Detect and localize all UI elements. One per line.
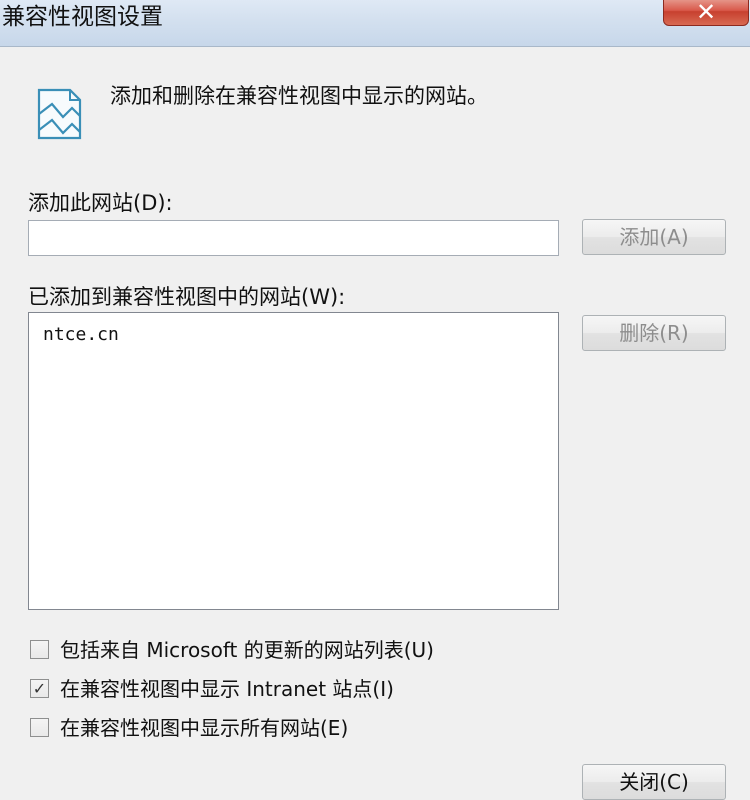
show-all-sites-label: 在兼容性视图中显示所有网站(E) bbox=[60, 716, 349, 740]
added-sites-list[interactable]: ntce.cn bbox=[28, 312, 559, 610]
show-intranet-label: 在兼容性视图中显示 Intranet 站点(I) bbox=[60, 677, 394, 701]
window-close-button[interactable]: ✕ bbox=[663, 0, 749, 26]
window-title: 兼容性视图设置 bbox=[2, 4, 163, 30]
include-microsoft-list-label: 包括来自 Microsoft 的更新的网站列表(U) bbox=[60, 638, 434, 662]
remove-button[interactable]: 删除(R) bbox=[582, 315, 726, 351]
show-all-sites-checkbox[interactable] bbox=[30, 718, 49, 737]
dialog-description: 添加和删除在兼容性视图中显示的网站。 bbox=[110, 84, 488, 108]
show-intranet-checkbox[interactable]: ✓ bbox=[30, 679, 49, 698]
checkmark-icon: ✓ bbox=[32, 679, 47, 698]
close-icon: ✕ bbox=[695, 0, 717, 26]
list-item[interactable]: ntce.cn bbox=[43, 323, 119, 347]
add-site-input[interactable] bbox=[28, 220, 559, 256]
added-sites-label: 已添加到兼容性视图中的网站(W): bbox=[28, 285, 346, 309]
title-bar: 兼容性视图设置 ✕ bbox=[0, 0, 750, 47]
include-microsoft-list-checkbox[interactable] bbox=[30, 640, 49, 659]
add-button[interactable]: 添加(A) bbox=[582, 219, 726, 255]
add-site-label: 添加此网站(D): bbox=[28, 191, 173, 215]
compat-view-page-icon bbox=[37, 88, 82, 140]
close-dialog-button[interactable]: 关闭(C) bbox=[582, 764, 726, 800]
